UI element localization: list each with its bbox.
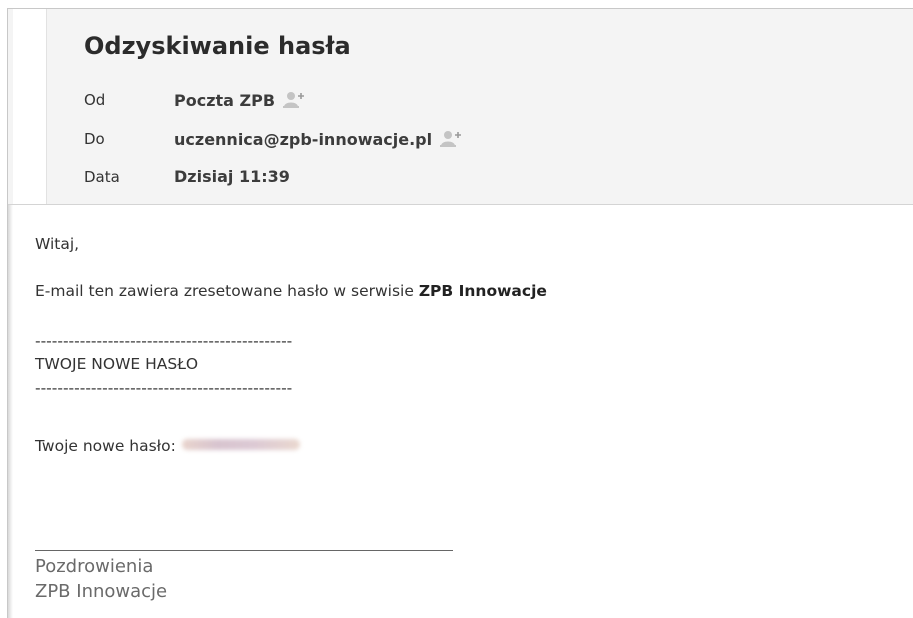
blurred-password <box>181 439 300 450</box>
message-body: Witaj, E-mail ten zawiera zresetowane ha… <box>8 205 913 618</box>
add-contact-icon[interactable] <box>440 129 464 147</box>
password-label: Twoje nowe hasło: <box>35 437 176 455</box>
date-label: Data <box>84 168 120 186</box>
greeting: Witaj, <box>35 235 80 253</box>
add-contact-icon[interactable] <box>283 90 307 108</box>
to-label: Do <box>84 130 105 148</box>
signature-rule <box>35 550 453 551</box>
message-subject: Odzyskiwanie hasła <box>84 32 351 60</box>
header-side-strip <box>13 9 47 204</box>
divider-bottom: ----------------------------------------… <box>35 379 293 397</box>
password-line: Twoje nowe hasło: <box>35 437 300 455</box>
to-value[interactable]: uczennica@zpb-innowacje.pl <box>174 129 464 149</box>
section-title: TWOJE NOWE HASŁO <box>35 355 199 373</box>
from-value[interactable]: Poczta ZPB <box>174 90 307 110</box>
date-value: Dzisiaj 11:39 <box>174 167 290 186</box>
signature-greeting: Pozdrowienia <box>35 556 154 577</box>
to-recipient[interactable]: uczennica@zpb-innowacje.pl <box>174 130 432 149</box>
intro-text: E-mail ten zawiera zresetowane hasło w s… <box>35 282 419 300</box>
message-view: Odzyskiwanie hasła Od Poczta ZPB Do ucze… <box>7 8 913 618</box>
divider-top: ----------------------------------------… <box>35 332 293 350</box>
message-header: Odzyskiwanie hasła Od Poczta ZPB Do ucze… <box>8 9 913 205</box>
service-name: ZPB Innowacje <box>418 282 547 300</box>
from-label: Od <box>84 91 106 109</box>
signature-company: ZPB Innowacje <box>35 581 168 602</box>
from-sender[interactable]: Poczta ZPB <box>174 91 275 110</box>
intro-paragraph: E-mail ten zawiera zresetowane hasło w s… <box>35 282 547 300</box>
